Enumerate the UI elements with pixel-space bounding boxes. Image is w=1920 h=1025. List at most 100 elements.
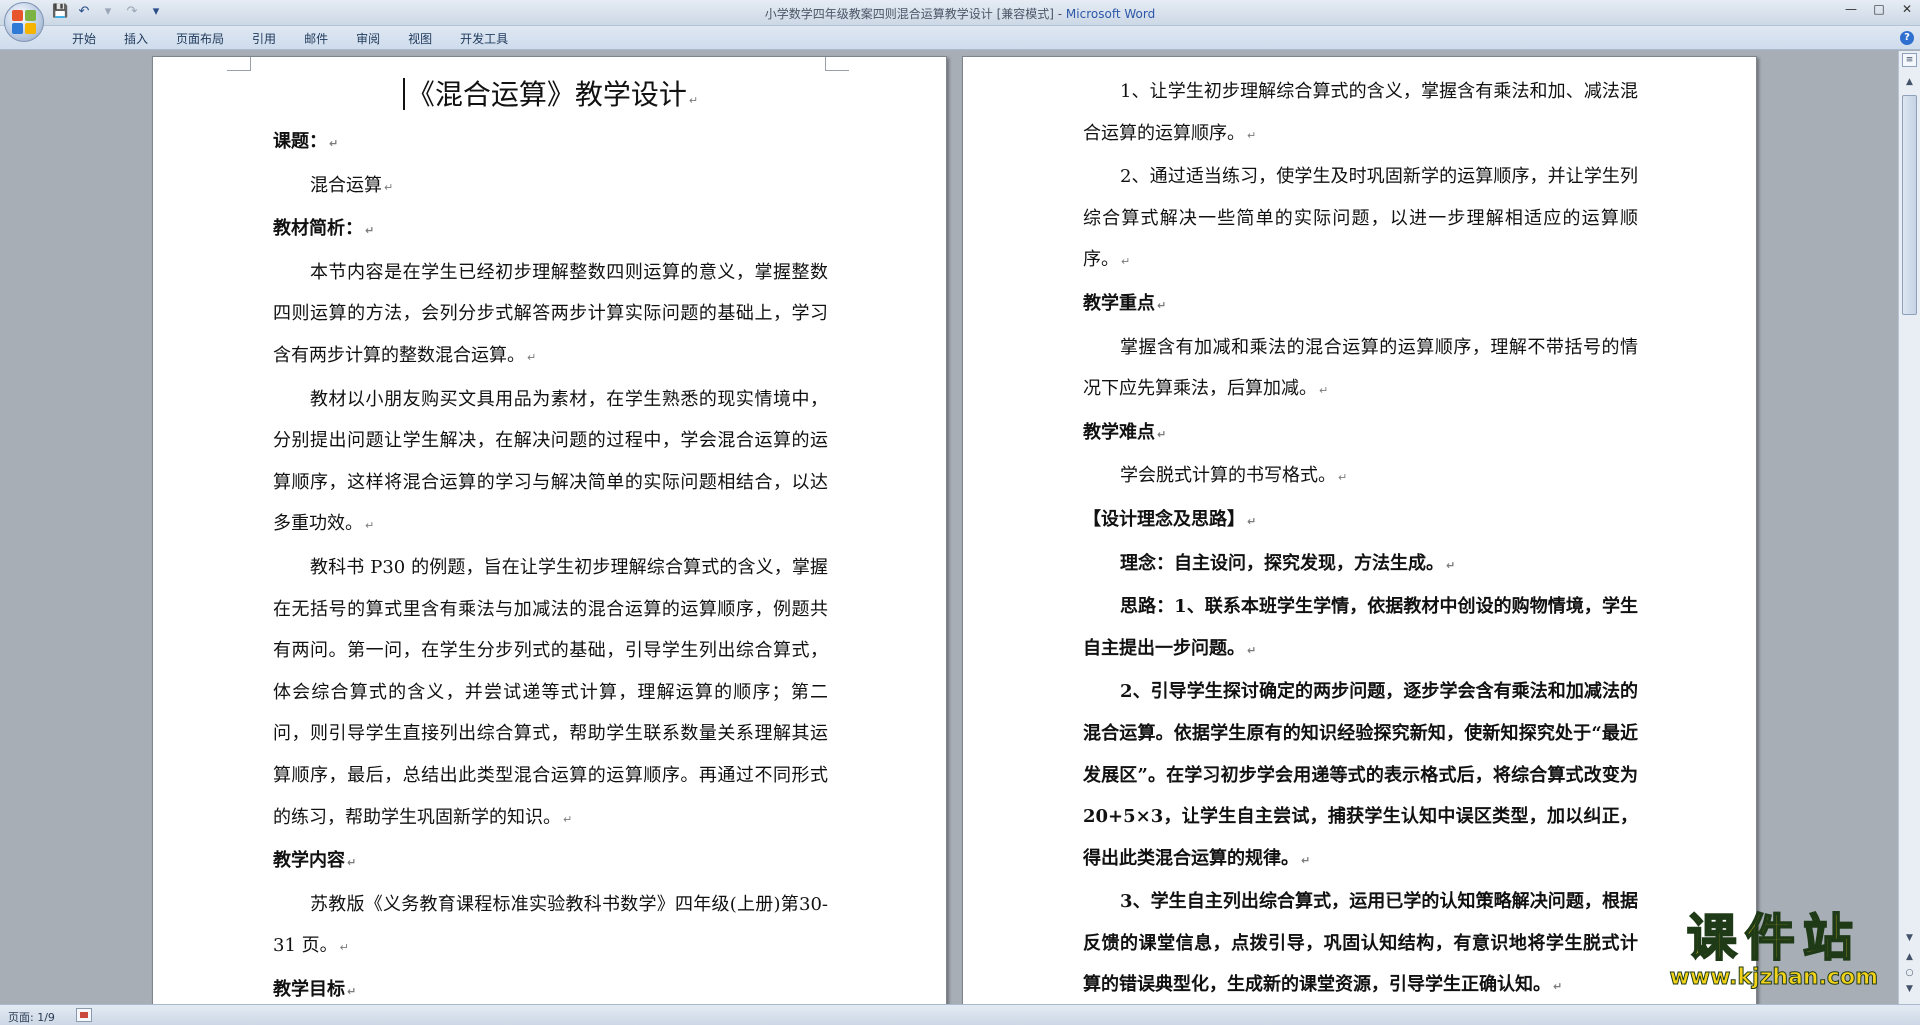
maximize-icon[interactable]: □: [1872, 2, 1886, 16]
status-bar: 页面: 1/9: [0, 1004, 1920, 1025]
scroll-down-icon[interactable]: ▼: [1902, 931, 1917, 945]
paragraph-mark-icon: ↵: [1247, 643, 1257, 657]
document-area[interactable]: 《混合运算》教学设计 ↵ 课题： ↵ 混合运算 ↵ 教材简析： ↵ 本节内容是在学生已经初步理…: [0, 51, 1898, 1004]
right-paragraph: 思路：1、联系本班学生学情，依据教材中创设的购物情境，学生自主提出一步问题。 ↵: [1083, 586, 1638, 671]
doc-title: 《混合运算》教学设计 ↵: [273, 71, 828, 125]
tab-insert[interactable]: 插入: [110, 30, 162, 48]
left-paragraphs: 课题： ↵ 混合运算 ↵ 教材简析： ↵ 本节内容是在学生已经初步理解整数四则运算的意义，掌…: [273, 121, 828, 1004]
paragraph-text: 本节内容是在学生已经初步理解整数四则运算的意义，掌握整数四则运算的方法，会列分步…: [273, 261, 828, 366]
paragraph-mark-icon: ↵: [1157, 298, 1167, 312]
help-icon[interactable]: ?: [1900, 31, 1914, 45]
paragraph-text: 2、通过适当练习，使学生及时巩固新学的运算顺序，并让学生列综合算式解决一些简单的…: [1083, 166, 1638, 271]
paragraph-mark-icon: ↵: [1157, 427, 1167, 441]
paragraph-text: 理念：自主设问，探究发现，方法生成。: [1120, 552, 1444, 574]
right-paragraph: 掌握含有加减和乘法的混合运算的运算顺序，理解不带括号的情况下应先算乘法，后算加减…: [1083, 327, 1638, 412]
tab-references[interactable]: 引用: [238, 30, 290, 48]
vertical-scrollbar[interactable]: ≡ ▲ ▼ ▲ ○ ▼: [1898, 51, 1920, 1004]
right-paragraph: 【设计理念及思路】 ↵: [1083, 499, 1638, 543]
paragraph-mark-icon: ↵: [329, 137, 339, 150]
tab-home[interactable]: 开始: [58, 30, 110, 48]
paragraph-text: 苏教版《义务教育课程标准实验教科书数学》四年级(上册)第30-31 页。: [273, 893, 828, 957]
paragraph-mark-icon: ↵: [1338, 471, 1348, 485]
paragraph-mark-icon: ↵: [347, 856, 357, 870]
paragraph-text: 教学内容: [273, 850, 345, 872]
macro-record-icon[interactable]: [76, 1008, 92, 1022]
app-name: Microsoft Word: [1065, 7, 1156, 21]
right-paragraph: 教学重点 ↵: [1083, 283, 1638, 327]
right-paragraph: 教学难点 ↵: [1083, 412, 1638, 456]
left-paragraph: 课题： ↵: [273, 121, 828, 165]
watermark-title: 课件站: [1686, 909, 1861, 967]
paragraph-mark-icon: ↵: [347, 984, 357, 998]
left-paragraph: 教科书 P30 的例题，旨在让学生初步理解综合算式的含义，掌握在无括号的算式里含…: [273, 547, 828, 840]
left-paragraph: 教材以小朋友购买文具用品为素材，在学生熟悉的现实情境中，分别提出问题让学生解决，…: [273, 379, 828, 547]
paragraph-text: 思路：1、联系本班学生学情，依据教材中创设的购物情境，学生自主提出一步问题。: [1083, 596, 1638, 659]
scroll-up-icon[interactable]: ▲: [1902, 75, 1917, 89]
page-indicator[interactable]: 页面: 1/9: [8, 1009, 55, 1025]
ribbon-tabs: 开始 插入 页面布局 引用 邮件 审阅 视图 开发工具: [58, 30, 522, 48]
right-paragraph: 理念：自主设问，探究发现，方法生成。 ↵: [1083, 543, 1638, 587]
paragraph-text: 【设计理念及思路】: [1083, 508, 1245, 530]
watermark-logo: 课件站 www.kjzhan.com: [1669, 909, 1879, 990]
tab-review[interactable]: 审阅: [342, 30, 394, 48]
left-paragraph: 苏教版《义务教育课程标准实验教科书数学》四年级(上册)第30-31 页。 ↵: [273, 884, 828, 969]
left-paragraph: 教学内容 ↵: [273, 840, 828, 884]
paragraph-mark-icon: ↵: [1446, 558, 1456, 572]
paragraph-text: 掌握含有加减和乘法的混合运算的运算顺序，理解不带括号的情况下应先算乘法，后算加减…: [1083, 336, 1638, 400]
document-title-text: 小学数学四年级教案四则混合运算教学设计 [兼容模式] -: [764, 7, 1066, 21]
paragraph-mark-icon: ↵: [1553, 980, 1563, 994]
paragraph-mark-icon: ↵: [527, 350, 537, 364]
paragraph-text: 课题：: [273, 131, 327, 152]
right-paragraph: 2、引导学生探讨确定的两步问题，逐步学会含有乘法和加减法的混合运算。依据学生原有…: [1083, 671, 1638, 881]
left-page-content: 《混合运算》教学设计 ↵ 课题： ↵ 混合运算 ↵ 教材简析： ↵ 本节内容是在学生已经初步理…: [273, 71, 828, 1004]
paragraph-mark-icon: ↵: [1247, 514, 1257, 528]
paragraph-mark-icon: ↵: [365, 519, 375, 533]
paragraph-mark-icon: ↵: [384, 180, 394, 194]
window-controls: — □ ✕: [1844, 2, 1914, 16]
paragraph-mark-icon: ↵: [365, 224, 375, 238]
tab-view[interactable]: 视图: [394, 30, 446, 48]
office-button[interactable]: [4, 2, 44, 42]
paragraph-mark-icon: ↵: [339, 941, 349, 955]
left-paragraph: 本节内容是在学生已经初步理解整数四则运算的意义，掌握整数四则运算的方法，会列分步…: [273, 252, 828, 379]
paragraph-text: 学会脱式计算的书写格式。: [1120, 465, 1336, 487]
right-paragraph: 2、通过适当练习，使学生及时巩固新学的运算顺序，并让学生列综合算式解决一些简单的…: [1083, 156, 1638, 283]
paragraph-text: 混合运算: [310, 174, 382, 196]
left-paragraph: 混合运算 ↵: [273, 165, 828, 209]
right-paragraph: 1、让学生初步理解综合算式的含义，掌握含有乘法和加、减法混合运算的运算顺序。 ↵: [1083, 71, 1638, 156]
next-page-icon[interactable]: ▼: [1902, 983, 1917, 996]
right-paragraph: 3、学生自主列出综合算式，运用已学的认知策略解决问题，根据反馈的课堂信息，点拨引…: [1083, 881, 1638, 1004]
paragraph-text: 教学难点: [1083, 421, 1155, 443]
text-cursor: [402, 78, 405, 110]
page-right[interactable]: 1、让学生初步理解综合算式的含义，掌握含有乘法和加、减法混合运算的运算顺序。 ↵ 2…: [962, 56, 1757, 1004]
ribbon-tab-row: 开始 插入 页面布局 引用 邮件 审阅 视图 开发工具 ?: [0, 26, 1920, 50]
paragraph-text: 教学目标: [273, 978, 345, 1000]
previous-page-icon[interactable]: ▲: [1902, 951, 1917, 964]
window-title: 小学数学四年级教案四则混合运算教学设计 [兼容模式] - Microsoft W…: [0, 5, 1920, 22]
right-paragraphs: 1、让学生初步理解综合算式的含义，掌握含有乘法和加、减法混合运算的运算顺序。 ↵ 2…: [1083, 71, 1638, 1004]
doc-title-text: 《混合运算》教学设计: [406, 78, 687, 111]
paragraph-text: 教材简析：: [273, 218, 363, 240]
scroll-thumb[interactable]: [1902, 95, 1917, 315]
minimize-icon[interactable]: —: [1844, 2, 1858, 16]
select-browse-object-icon[interactable]: ○: [1902, 967, 1917, 980]
tab-page-layout[interactable]: 页面布局: [162, 30, 238, 48]
paragraph-text: 教科书 P30 的例题，旨在让学生初步理解综合算式的含义，掌握在无括号的算式里含…: [273, 556, 828, 828]
paragraph-mark-icon: ↵: [1247, 128, 1257, 142]
paragraph-text: 教材以小朋友购买文具用品为素材，在学生熟悉的现实情境中，分别提出问题让学生解决，…: [273, 388, 828, 535]
title-bar: 💾 ↶ ▾ ↷ ▾ 小学数学四年级教案四则混合运算教学设计 [兼容模式] - M…: [0, 0, 1920, 26]
right-paragraph: 学会脱式计算的书写格式。 ↵: [1083, 455, 1638, 499]
close-icon[interactable]: ✕: [1900, 2, 1914, 16]
paragraph-mark-icon: ↵: [688, 94, 699, 107]
left-paragraph: 教材简析： ↵: [273, 208, 828, 252]
office-logo-icon: [12, 10, 36, 34]
tab-mailings[interactable]: 邮件: [290, 30, 342, 48]
tab-developer[interactable]: 开发工具: [446, 30, 522, 48]
view-ruler-icon[interactable]: ≡: [1902, 53, 1917, 67]
page-left[interactable]: 《混合运算》教学设计 ↵ 课题： ↵ 混合运算 ↵ 教材简析： ↵ 本节内容是在学生已经初步理…: [152, 56, 947, 1004]
paragraph-mark-icon: ↵: [1319, 384, 1329, 398]
crop-mark: [227, 57, 251, 71]
paragraph-text: 2、引导学生探讨确定的两步问题，逐步学会含有乘法和加减法的混合运算。依据学生原有…: [1083, 681, 1638, 869]
right-page-content: 1、让学生初步理解综合算式的含义，掌握含有乘法和加、减法混合运算的运算顺序。 ↵ 2…: [1083, 71, 1638, 1004]
paragraph-text: 教学重点: [1083, 292, 1155, 314]
